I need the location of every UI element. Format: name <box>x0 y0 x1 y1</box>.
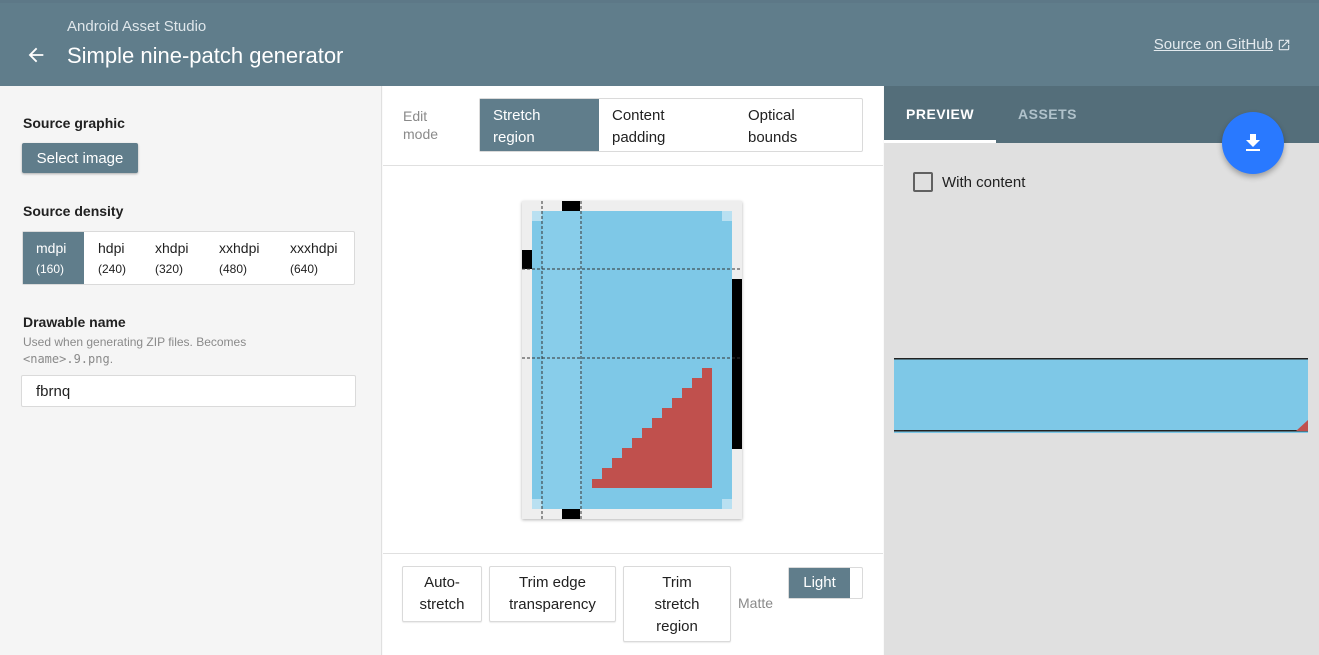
settings-panel: Source graphic Select image Source densi… <box>0 86 382 655</box>
drawable-name-input[interactable] <box>21 375 356 407</box>
editor-panel: Edit mode Stretch region Content padding… <box>383 86 883 655</box>
button-label-line1: Auto- <box>424 574 460 591</box>
page-title: Simple nine-patch generator <box>67 43 344 68</box>
active-tab-indicator <box>884 140 996 143</box>
trim-edge-transparency-button[interactable]: Trim edge transparency <box>489 566 616 622</box>
divider <box>383 165 883 166</box>
nine-patch-preview <box>894 358 1308 433</box>
button-label-line1: Trim <box>662 574 692 591</box>
auto-stretch-button[interactable]: Auto- stretch <box>402 566 482 622</box>
source-graphic-label: Source graphic <box>23 115 125 131</box>
matte-label: Matte <box>738 595 774 611</box>
help-suffix: . <box>109 352 114 366</box>
preview-panel: PREVIEW ASSETS With content <box>884 86 1319 655</box>
density-option-mdpi[interactable]: mdpi (160) <box>23 232 84 284</box>
tab-assets[interactable]: ASSETS <box>1018 106 1077 122</box>
nine-patch-image <box>522 201 742 519</box>
edit-mode-selector: Stretch region Content padding Optical b… <box>479 98 863 152</box>
density-option-xhdpi[interactable]: xhdpi (320) <box>141 232 204 284</box>
matte-selector: Light <box>788 567 863 599</box>
edit-mode-label-line1: Edit <box>403 108 428 124</box>
mode-label-line2: padding <box>612 129 666 146</box>
github-link-label: Source on GitHub <box>1153 36 1273 53</box>
github-source-link[interactable]: Source on GitHub <box>1154 36 1291 53</box>
density-value: (240) <box>98 262 127 276</box>
nine-patch-editor-canvas[interactable] <box>522 201 742 519</box>
app-header: Android Asset Studio Simple nine-patch g… <box>0 0 1319 86</box>
mode-content-padding[interactable]: Content padding <box>599 99 735 151</box>
with-content-label: With content <box>942 173 1026 191</box>
mode-stretch-region[interactable]: Stretch region <box>480 99 599 151</box>
density-option-xxxhdpi[interactable]: xxxhdpi (640) <box>275 232 354 284</box>
density-value: (640) <box>290 262 319 276</box>
density-name: hdpi <box>98 240 125 256</box>
back-arrow-icon[interactable] <box>22 41 50 69</box>
density-selector: mdpi (160) hdpi (240) xhdpi (320) xxhdpi… <box>22 231 355 285</box>
density-option-xxhdpi[interactable]: xxhdpi (480) <box>204 232 275 284</box>
source-density-label: Source density <box>23 203 124 219</box>
mode-label-line1: Content <box>612 107 665 124</box>
drawable-name-label: Drawable name <box>23 314 126 330</box>
button-label-line2: transparency <box>509 596 596 613</box>
button-label-line2: stretch <box>654 596 700 613</box>
download-button[interactable] <box>1222 112 1284 174</box>
trim-stretch-region-button[interactable]: Trim stretch region <box>623 566 731 642</box>
help-code: <name>.9.png <box>23 352 110 366</box>
edit-mode-label-line2: mode <box>403 126 439 142</box>
divider <box>383 553 883 554</box>
density-value: (320) <box>155 262 184 276</box>
with-content-checkbox[interactable] <box>913 172 933 192</box>
download-icon <box>1246 134 1260 151</box>
mode-label-line2: region <box>493 129 535 146</box>
drawable-name-help: Used when generating ZIP files. Becomes … <box>23 334 246 368</box>
edit-mode-label: Edit mode <box>403 107 438 143</box>
density-name: xhdpi <box>155 240 189 256</box>
density-name: mdpi <box>36 240 67 256</box>
density-name: xxxhdpi <box>290 240 338 256</box>
density-value: (160) <box>36 262 65 276</box>
density-option-hdpi[interactable]: hdpi (240) <box>84 232 141 284</box>
app-name: Android Asset Studio <box>67 18 207 35</box>
mode-label-line1: Optical <box>748 107 795 124</box>
select-image-button[interactable]: Select image <box>22 143 138 173</box>
button-label-line2: stretch <box>419 596 465 613</box>
matte-option-light[interactable]: Light <box>789 568 850 598</box>
button-label-line1: Trim edge <box>519 574 586 591</box>
button-label-line3: region <box>656 618 698 635</box>
mode-optical-bounds[interactable]: Optical bounds <box>735 99 862 151</box>
with-content-toggle[interactable]: With content <box>913 172 1025 192</box>
mode-label-line1: Stretch <box>493 107 541 124</box>
mode-label-line2: bounds <box>748 129 798 146</box>
tab-preview[interactable]: PREVIEW <box>906 106 974 122</box>
external-link-icon <box>1278 39 1290 50</box>
density-name: xxhdpi <box>219 240 260 256</box>
help-text: Used when generating ZIP files. Becomes <box>23 335 247 349</box>
density-value: (480) <box>219 262 248 276</box>
